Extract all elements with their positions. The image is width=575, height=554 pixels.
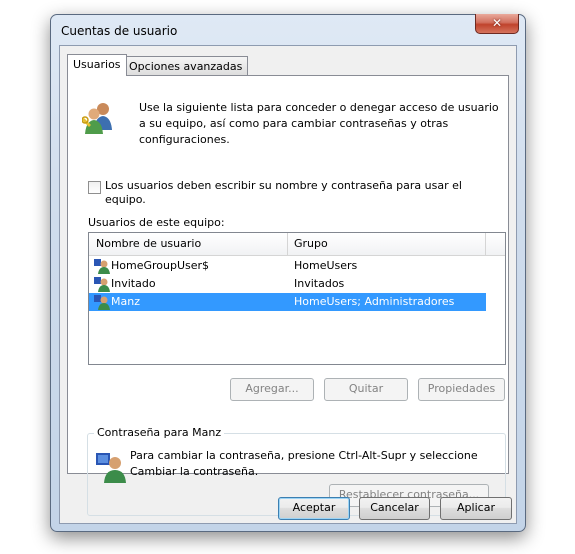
column-divider[interactable] <box>287 233 288 255</box>
user-icon <box>94 277 110 292</box>
apply-button[interactable]: Aplicar <box>440 497 512 520</box>
remove-button[interactable]: Quitar <box>324 378 408 401</box>
table-row[interactable]: HomeGroupUser$ HomeUsers <box>89 257 486 275</box>
users-listview[interactable]: Nombre de usuario Grupo HomeGroupUser$ H… <box>88 232 506 365</box>
require-login-checkbox[interactable] <box>88 181 101 194</box>
row-username: Manz <box>111 295 140 308</box>
row-group: HomeUsers; Administradores <box>294 295 455 308</box>
user-accounts-dialog: Cuentas de usuario ✕ Usuarios Opciones a… <box>50 14 526 532</box>
tab-usuarios[interactable]: Usuarios <box>67 54 127 76</box>
users-icon <box>82 103 112 134</box>
dialog-client-area: Usuarios Opciones avanzadas Use la sigui… <box>59 45 517 524</box>
password-instructions: Para cambiar la contraseña, presione Ctr… <box>130 449 478 478</box>
row-username: Invitado <box>111 277 156 290</box>
column-header-username[interactable]: Nombre de usuario <box>96 237 201 250</box>
user-icon <box>94 259 110 274</box>
password-group-title: Contraseña para Manz <box>94 426 225 439</box>
close-button[interactable]: ✕ <box>475 14 519 34</box>
ok-button[interactable]: Aceptar <box>278 497 350 520</box>
users-list-caption: Usuarios de este equipo: <box>88 216 225 229</box>
column-divider[interactable] <box>485 233 486 255</box>
table-row-selected[interactable]: Manz HomeUsers; Administradores <box>89 293 486 311</box>
row-username: HomeGroupUser$ <box>111 259 210 272</box>
user-password-icon <box>96 453 126 483</box>
window-title: Cuentas de usuario <box>61 24 178 38</box>
list-header: Nombre de usuario Grupo <box>89 233 505 256</box>
cancel-button[interactable]: Cancelar <box>359 497 430 520</box>
intro-text: Use la siguiente lista para conceder o d… <box>139 101 499 146</box>
add-button[interactable]: Agregar... <box>230 378 314 401</box>
table-row[interactable]: Invitado Invitados <box>89 275 486 293</box>
tab-opciones-avanzadas[interactable]: Opciones avanzadas <box>123 56 249 76</box>
column-header-group[interactable]: Grupo <box>294 237 328 250</box>
tab-panel-usuarios: Use la siguiente lista para conceder o d… <box>67 75 509 516</box>
user-icon <box>94 295 110 310</box>
row-group: Invitados <box>294 277 345 290</box>
require-login-label[interactable]: Los usuarios deben escribir su nombre y … <box>105 179 495 207</box>
properties-button[interactable]: Propiedades <box>418 378 505 401</box>
row-group: HomeUsers <box>294 259 358 272</box>
